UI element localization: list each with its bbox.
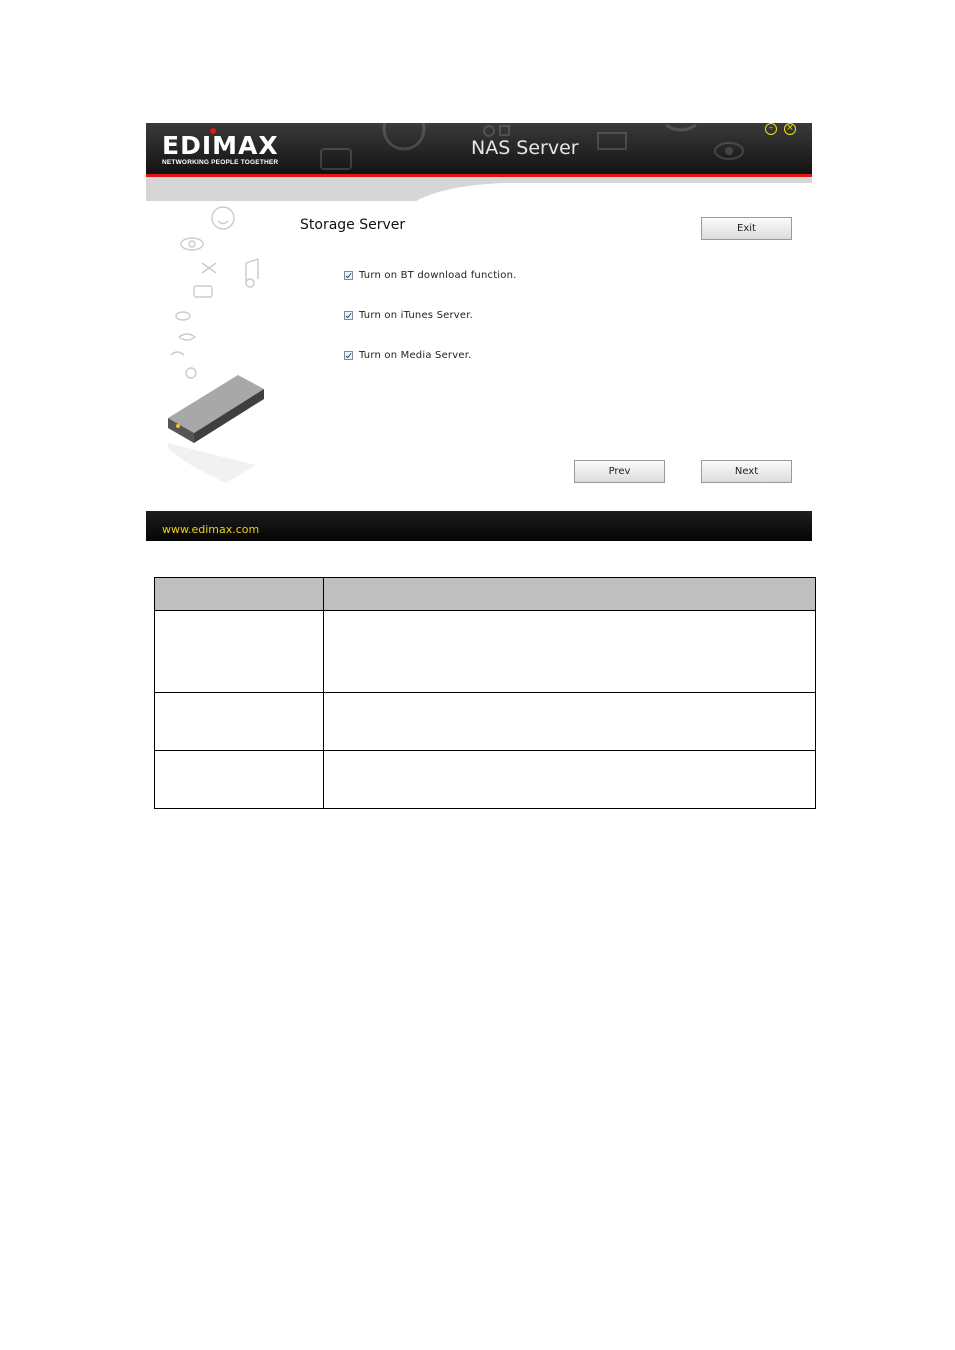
media-server-checkbox[interactable] [344,350,353,360]
table-row [154,750,816,809]
nas-setup-window: EDIMAX NETWORKING PEOPLE TOGETHER NAS Se… [146,123,812,541]
side-illustration [168,206,264,483]
table-row [154,692,816,751]
nas-device-icon [168,375,264,443]
option-label: Turn on BT download function. [359,269,517,281]
product-title: NAS Server [471,137,579,159]
logo-brand-text: EDIMAX [162,131,279,160]
prev-button[interactable]: Prev [574,460,665,483]
header-swoosh [146,177,812,201]
logo-dot [210,128,216,134]
minimize-button[interactable]: – [765,123,777,135]
edimax-logo: EDIMAX NETWORKING PEOPLE TOGETHER [162,128,279,166]
close-button[interactable]: × [784,123,796,135]
table-row [154,610,816,693]
table-header-cell [323,577,816,611]
bt-download-checkbox[interactable] [344,270,353,280]
page-title: Storage Server [300,217,406,233]
table-cell [154,610,324,693]
table-header-row [154,577,816,611]
table-cell [323,750,816,809]
option-media-server[interactable]: Turn on Media Server. [344,349,471,361]
settings-table [154,577,816,809]
table-cell [323,692,816,751]
logo-tagline: NETWORKING PEOPLE TOGETHER [162,159,279,166]
itunes-server-checkbox[interactable] [344,310,353,320]
table-header-cell [154,577,324,611]
option-label: Turn on iTunes Server. [359,309,474,321]
title-bar: EDIMAX NETWORKING PEOPLE TOGETHER NAS Se… [146,123,812,175]
option-itunes-server[interactable]: Turn on iTunes Server. [344,309,473,321]
option-label: Turn on Media Server. [359,349,472,361]
footer-bar: www.edimax.com [146,511,812,541]
table-cell [323,610,816,693]
table-cell [154,692,324,751]
table-cell [154,750,324,809]
close-icon: × [786,123,794,133]
next-button[interactable]: Next [701,460,792,483]
minimize-icon: – [768,123,774,133]
option-bt-download[interactable]: Turn on BT download function. [344,269,517,281]
exit-button[interactable]: Exit [701,217,792,240]
website-link[interactable]: www.edimax.com [162,523,259,536]
